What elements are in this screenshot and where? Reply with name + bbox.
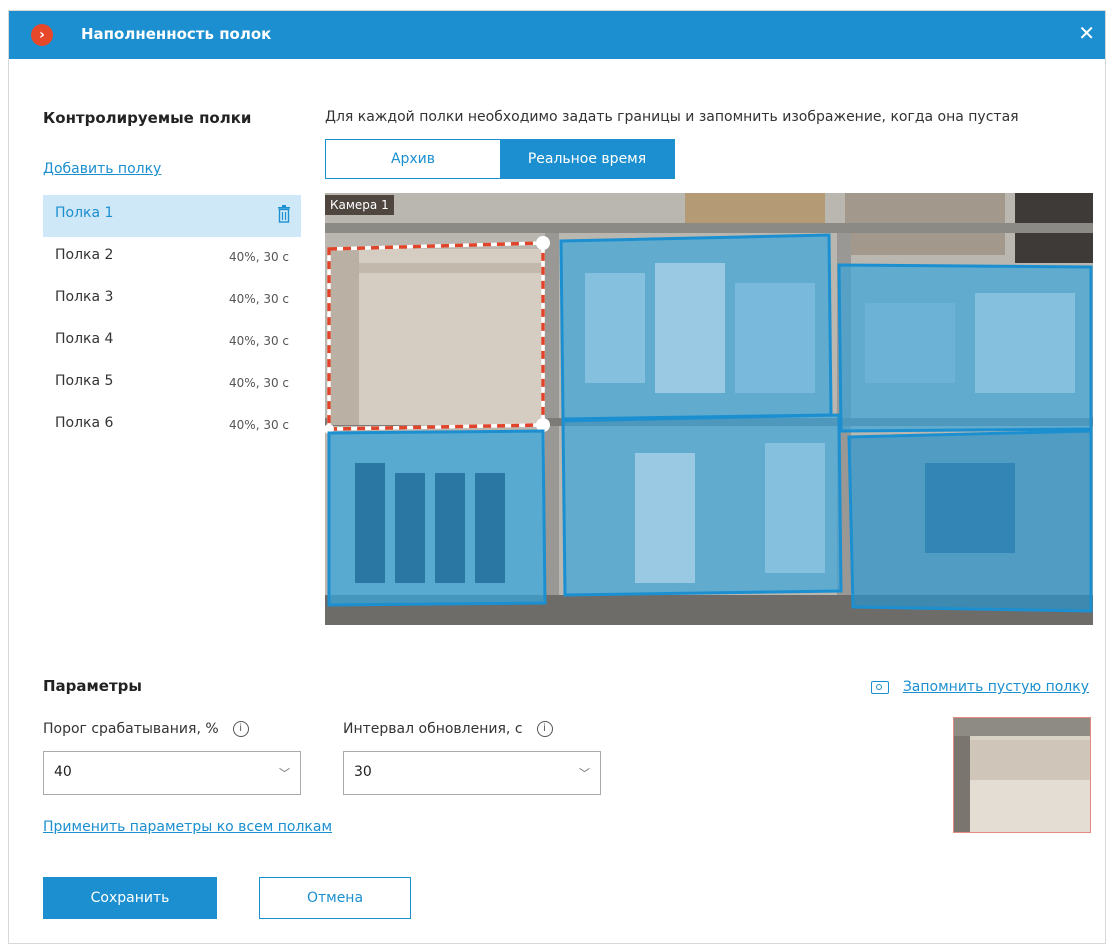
shelf-params: 40%, 30 с [229, 292, 289, 306]
interval-value: 30 [354, 764, 372, 780]
camera-view[interactable]: Камера 1 [325, 193, 1093, 625]
title-bar: › Наполненность полок ✕ [9, 11, 1105, 59]
shelves-heading: Контролируемые полки [43, 109, 252, 127]
shelf-name: Полка 4 [55, 331, 114, 347]
params-heading: Параметры [43, 677, 142, 695]
close-icon[interactable]: ✕ [1078, 23, 1095, 43]
info-icon[interactable]: i [232, 721, 249, 737]
add-shelf-link[interactable]: Добавить полку [43, 161, 161, 177]
shelf-item-2[interactable]: Полка 2 40%, 30 с [43, 237, 301, 279]
shelf-params: 40%, 30 с [229, 250, 289, 264]
threshold-value: 40 [54, 764, 72, 780]
chevron-down-icon: ﹀ [579, 767, 590, 780]
camera-image [325, 193, 1093, 625]
shelf-name: Полка 1 [55, 205, 114, 221]
remember-link[interactable]: Запомнить пустую полку [903, 679, 1089, 695]
shelves-list: Полка 1 Полка 2 40%, 30 с Полка 3 40%, 3… [43, 195, 301, 447]
shelf-params: 40%, 30 с [229, 418, 289, 432]
threshold-label: Порог срабатывания, % i [43, 721, 249, 737]
threshold-label-text: Порог срабатывания, % [43, 721, 219, 737]
info-icon[interactable]: i [536, 721, 553, 737]
cancel-button[interactable]: Отмена [259, 877, 411, 919]
camera-icon [870, 680, 889, 694]
dialog-window: › Наполненность полок ✕ Контролируемые п… [8, 10, 1106, 944]
tab-realtime[interactable]: Реальное время [500, 140, 674, 178]
threshold-select[interactable]: 40 ﹀ [43, 751, 301, 795]
interval-label-text: Интервал обновления, с [343, 721, 523, 737]
shelf-params: 40%, 30 с [229, 334, 289, 348]
instruction-text: Для каждой полки необходимо задать грани… [325, 109, 1019, 125]
shelf-name: Полка 6 [55, 415, 114, 431]
trash-icon[interactable] [277, 205, 291, 223]
tab-archive[interactable]: Архив [326, 140, 500, 178]
interval-label: Интервал обновления, с i [343, 721, 553, 737]
thumbnail-image [954, 718, 1090, 832]
empty-shelf-thumbnail [953, 717, 1091, 833]
remember-empty-shelf[interactable]: Запомнить пустую полку [870, 679, 1089, 695]
shelf-item-1[interactable]: Полка 1 [43, 195, 301, 237]
interval-select[interactable]: 30 ﹀ [343, 751, 601, 795]
shelf-name: Полка 3 [55, 289, 114, 305]
view-mode-tabs: Архив Реальное время [325, 139, 675, 179]
shelf-item-3[interactable]: Полка 3 40%, 30 с [43, 279, 301, 321]
shelf-item-6[interactable]: Полка 6 40%, 30 с [43, 405, 301, 447]
shelf-item-5[interactable]: Полка 5 40%, 30 с [43, 363, 301, 405]
shelf-name: Полка 2 [55, 247, 114, 263]
shelf-item-4[interactable]: Полка 4 40%, 30 с [43, 321, 301, 363]
save-button[interactable]: Сохранить [43, 877, 217, 919]
camera-label: Камера 1 [325, 195, 394, 215]
window-title: Наполненность полок [81, 25, 272, 43]
app-logo-icon: › [31, 24, 53, 46]
apply-to-all-link[interactable]: Применить параметры ко всем полкам [43, 819, 332, 835]
shelf-params: 40%, 30 с [229, 376, 289, 390]
chevron-down-icon: ﹀ [279, 767, 290, 780]
shelf-name: Полка 5 [55, 373, 114, 389]
